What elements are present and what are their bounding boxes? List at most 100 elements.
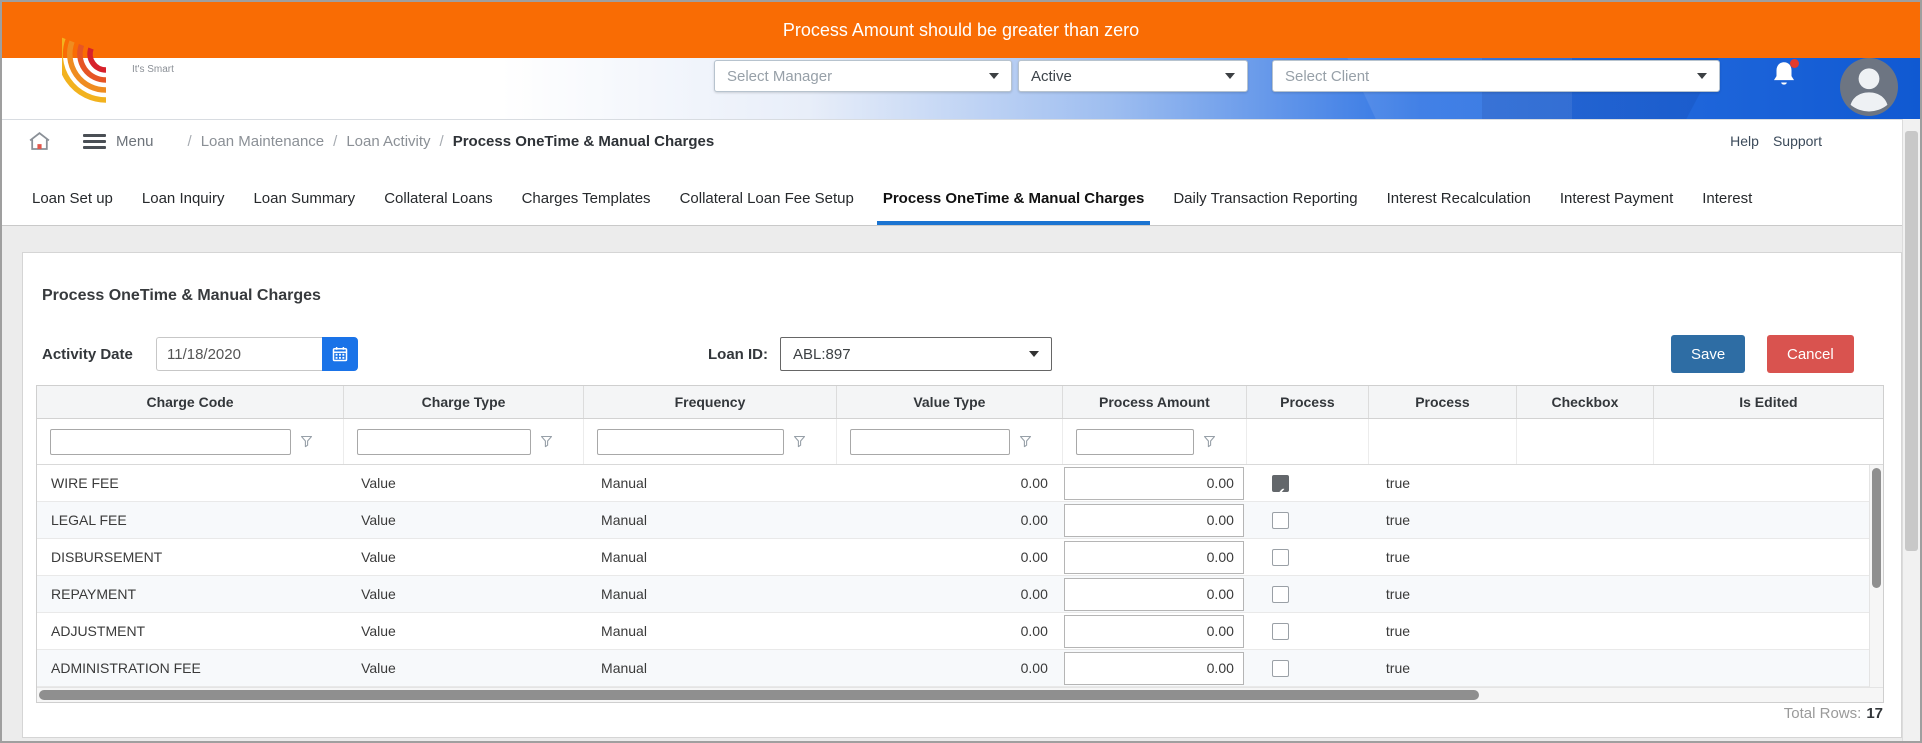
tab-interest-payment[interactable]: Interest Payment — [1560, 190, 1673, 225]
page-scroll-thumb[interactable] — [1905, 131, 1918, 551]
process-amount-input[interactable] — [1064, 615, 1244, 648]
cell-process-amount — [1062, 539, 1246, 575]
total-rows-label: Total Rows: — [1784, 705, 1862, 722]
cell-value-type: 0.00 — [836, 539, 1062, 575]
table-row: WIRE FEE Value Manual 0.00 true — [37, 465, 1883, 502]
notifications-bell-icon[interactable] — [1770, 60, 1800, 92]
process-amount-input[interactable] — [1064, 467, 1244, 500]
tab-charges-templates[interactable]: Charges Templates — [522, 190, 651, 225]
breadcrumb-item[interactable]: Loan Activity — [346, 133, 430, 150]
save-button[interactable]: Save — [1671, 335, 1745, 373]
page-scrollbar[interactable] — [1902, 119, 1920, 741]
process-amount-input[interactable] — [1064, 541, 1244, 574]
cell-value-type: 0.00 — [836, 576, 1062, 612]
page-content: Process OneTime & Manual Charges Activit… — [2, 226, 1906, 743]
manager-select[interactable]: Select Manager — [714, 60, 1012, 92]
module-tab-bar: Loan Set up Loan Inquiry Loan Summary Colla… — [2, 162, 1920, 226]
cell-charge-type: Value — [343, 502, 583, 538]
filter-input[interactable] — [50, 429, 291, 455]
filter-input[interactable] — [357, 429, 531, 455]
tab-daily-transaction-reporting[interactable]: Daily Transaction Reporting — [1173, 190, 1357, 225]
filter-cell — [37, 419, 343, 464]
column-header[interactable]: Value Type — [836, 386, 1062, 418]
filter-icon[interactable] — [1019, 435, 1032, 448]
column-header[interactable]: Frequency — [583, 386, 836, 418]
table-horizontal-scrollbar[interactable] — [37, 687, 1883, 702]
filter-input[interactable] — [1076, 429, 1194, 455]
cell-charge-type: Value — [343, 613, 583, 649]
cell-is-edited — [1653, 576, 1883, 612]
calendar-icon[interactable] — [322, 337, 358, 371]
process-amount-input[interactable] — [1064, 578, 1244, 611]
support-link[interactable]: Support — [1773, 133, 1822, 149]
filter-icon[interactable] — [1203, 435, 1216, 448]
cell-charge-type: Value — [343, 576, 583, 612]
filter-input[interactable] — [850, 429, 1010, 455]
table-vertical-scrollbar[interactable] — [1869, 465, 1883, 687]
process-checkbox[interactable] — [1272, 660, 1289, 677]
chevron-down-icon — [1029, 351, 1039, 357]
activity-date-input[interactable] — [156, 337, 322, 371]
column-header[interactable]: Charge Code — [37, 386, 343, 418]
cancel-button[interactable]: Cancel — [1767, 335, 1854, 373]
process-amount-input[interactable] — [1064, 652, 1244, 685]
breadcrumb: /Loan Maintenance/Loan Activity/Process … — [188, 133, 715, 150]
filter-icon[interactable] — [793, 435, 806, 448]
filter-icon[interactable] — [540, 435, 553, 448]
page-title: Process OneTime & Manual Charges — [42, 287, 321, 305]
process-checkbox[interactable] — [1272, 512, 1289, 529]
cell-charge-type: Value — [343, 465, 583, 501]
column-header[interactable]: Process — [1246, 386, 1368, 418]
cell-charge-code: DISBURSEMENT — [37, 539, 343, 575]
tab-collateral-loan-fee-setup[interactable]: Collateral Loan Fee Setup — [680, 190, 854, 225]
menu-label[interactable]: Menu — [116, 133, 154, 150]
chevron-down-icon — [989, 73, 999, 79]
process-checkbox[interactable] — [1272, 549, 1289, 566]
home-icon[interactable] — [28, 131, 51, 152]
column-header[interactable]: Is Edited — [1653, 386, 1883, 418]
tab-loan-set-up[interactable]: Loan Set up — [32, 190, 113, 225]
charges-table: Charge CodeCharge TypeFrequencyValue Typ… — [36, 385, 1884, 703]
cell-checkbox — [1516, 650, 1653, 686]
cell-process-amount — [1062, 650, 1246, 686]
process-charges-card: Process OneTime & Manual Charges Activit… — [22, 252, 1902, 738]
chevron-down-icon — [1697, 73, 1707, 79]
breadcrumb-item[interactable]: Loan Maintenance — [201, 133, 324, 150]
filter-icon[interactable] — [300, 435, 313, 448]
cell-checkbox — [1516, 539, 1653, 575]
cell-charge-code: REPAYMENT — [37, 576, 343, 612]
tab-interest-recalculation[interactable]: Interest Recalculation — [1387, 190, 1531, 225]
cell-process-flag: true — [1368, 539, 1516, 575]
cell-charge-code: ADMINISTRATION FEE — [37, 650, 343, 686]
manager-select-value: Select Manager — [727, 68, 832, 85]
vertical-scroll-thumb[interactable] — [1872, 468, 1881, 588]
tab-interest[interactable]: Interest — [1702, 190, 1752, 225]
column-header[interactable]: Checkbox — [1516, 386, 1653, 418]
process-amount-input[interactable] — [1064, 504, 1244, 537]
process-checkbox[interactable] — [1272, 475, 1289, 492]
menu-icon[interactable] — [83, 131, 106, 152]
tab-loan-summary[interactable]: Loan Summary — [253, 190, 355, 225]
filter-input[interactable] — [597, 429, 784, 455]
tab-loan-inquiry[interactable]: Loan Inquiry — [142, 190, 225, 225]
cell-process-checkbox — [1246, 502, 1368, 538]
cell-process-amount — [1062, 465, 1246, 501]
tab-process-onetime-manual-charges[interactable]: Process OneTime & Manual Charges — [883, 190, 1144, 225]
client-select[interactable]: Select Client — [1272, 60, 1720, 92]
cell-charge-code: LEGAL FEE — [37, 502, 343, 538]
horizontal-scroll-thumb[interactable] — [39, 690, 1479, 700]
table-row: ADJUSTMENT Value Manual 0.00 true — [37, 613, 1883, 650]
cell-process-flag: true — [1368, 613, 1516, 649]
loan-id-select[interactable]: ABL:897 — [780, 337, 1052, 371]
app-header: It's Smart Select Manager Active Select … — [2, 58, 1920, 119]
column-header[interactable]: Charge Type — [343, 386, 583, 418]
status-select[interactable]: Active — [1018, 60, 1248, 92]
help-link[interactable]: Help — [1730, 133, 1759, 149]
column-header[interactable]: Process — [1368, 386, 1516, 418]
process-checkbox[interactable] — [1272, 586, 1289, 603]
user-avatar[interactable] — [1840, 58, 1898, 116]
process-checkbox[interactable] — [1272, 623, 1289, 640]
column-header[interactable]: Process Amount — [1062, 386, 1246, 418]
tab-collateral-loans[interactable]: Collateral Loans — [384, 190, 492, 225]
client-select-value: Select Client — [1285, 68, 1369, 85]
